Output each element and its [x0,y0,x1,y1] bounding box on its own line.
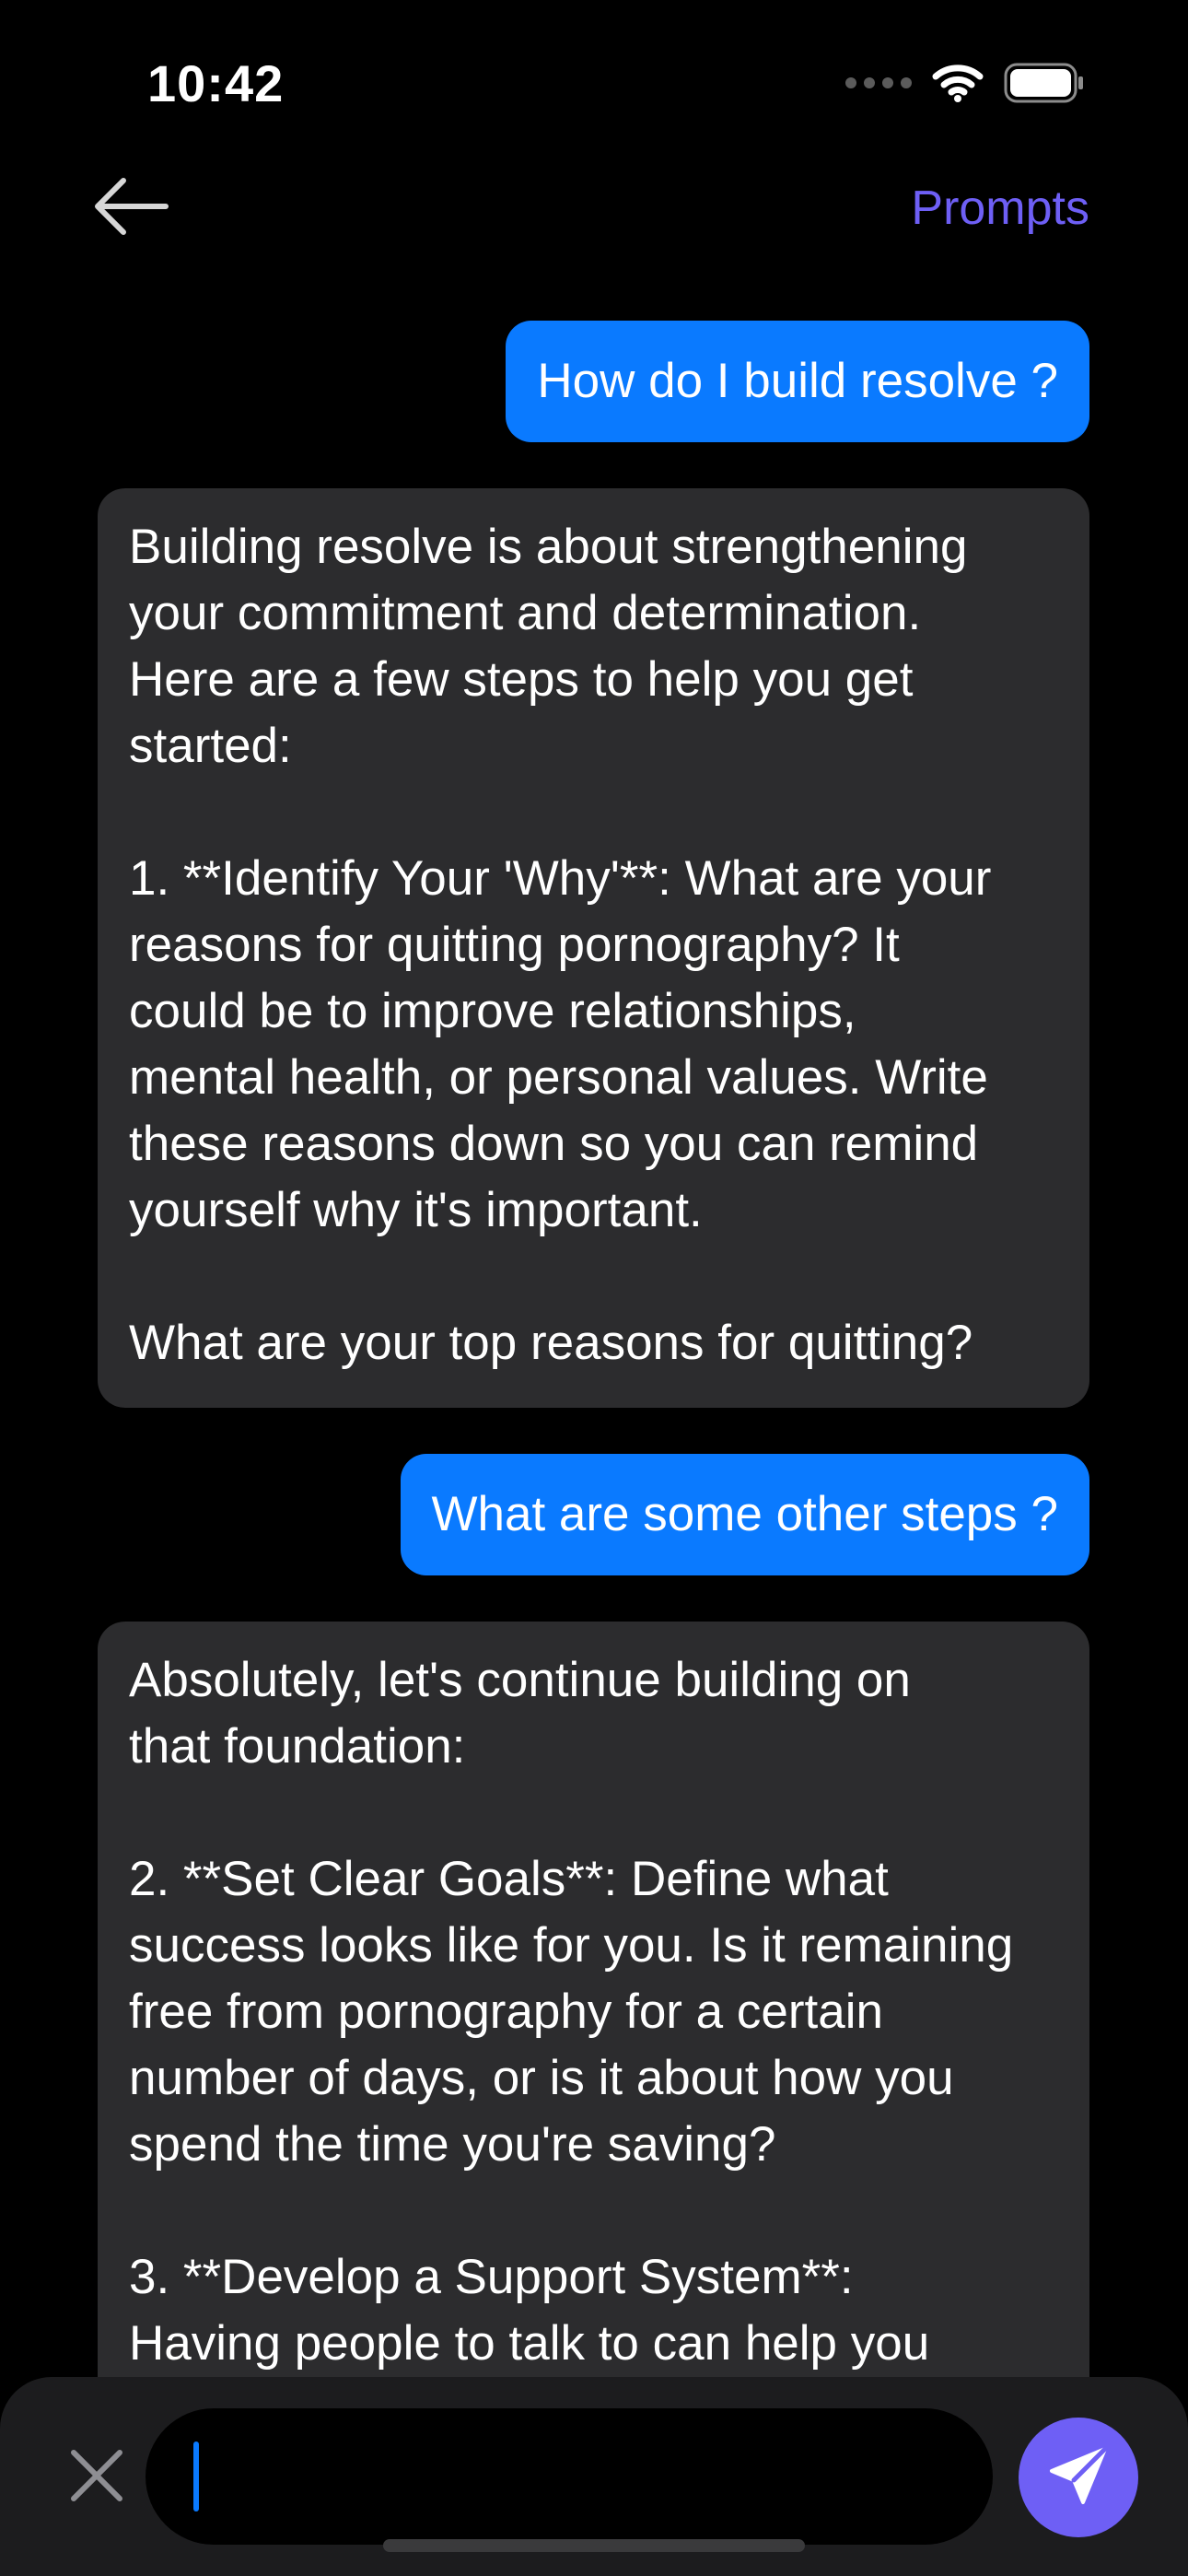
clear-button[interactable] [64,2443,129,2508]
assistant-message: Building resolve is about strengthening … [98,488,1089,1408]
cellular-signal-icon [845,77,912,88]
status-time: 10:42 [147,54,285,112]
message-input[interactable] [146,2408,993,2545]
assistant-message: Absolutely, let's continue building on t… [98,1622,1089,2451]
prompts-button[interactable]: Prompts [911,181,1089,236]
home-indicator [383,2539,805,2552]
send-button[interactable] [1019,2418,1138,2537]
back-button[interactable] [88,173,171,240]
user-message: How do I build resolve ? [506,321,1089,442]
close-icon [64,2450,129,2512]
arrow-left-icon [88,178,171,243]
paper-plane-icon [1046,2443,1111,2512]
wifi-icon [932,64,984,102]
status-indicators [845,63,1085,103]
battery-icon [1004,63,1085,103]
text-cursor [193,2441,199,2512]
user-message: What are some other steps ? [400,1454,1089,1575]
